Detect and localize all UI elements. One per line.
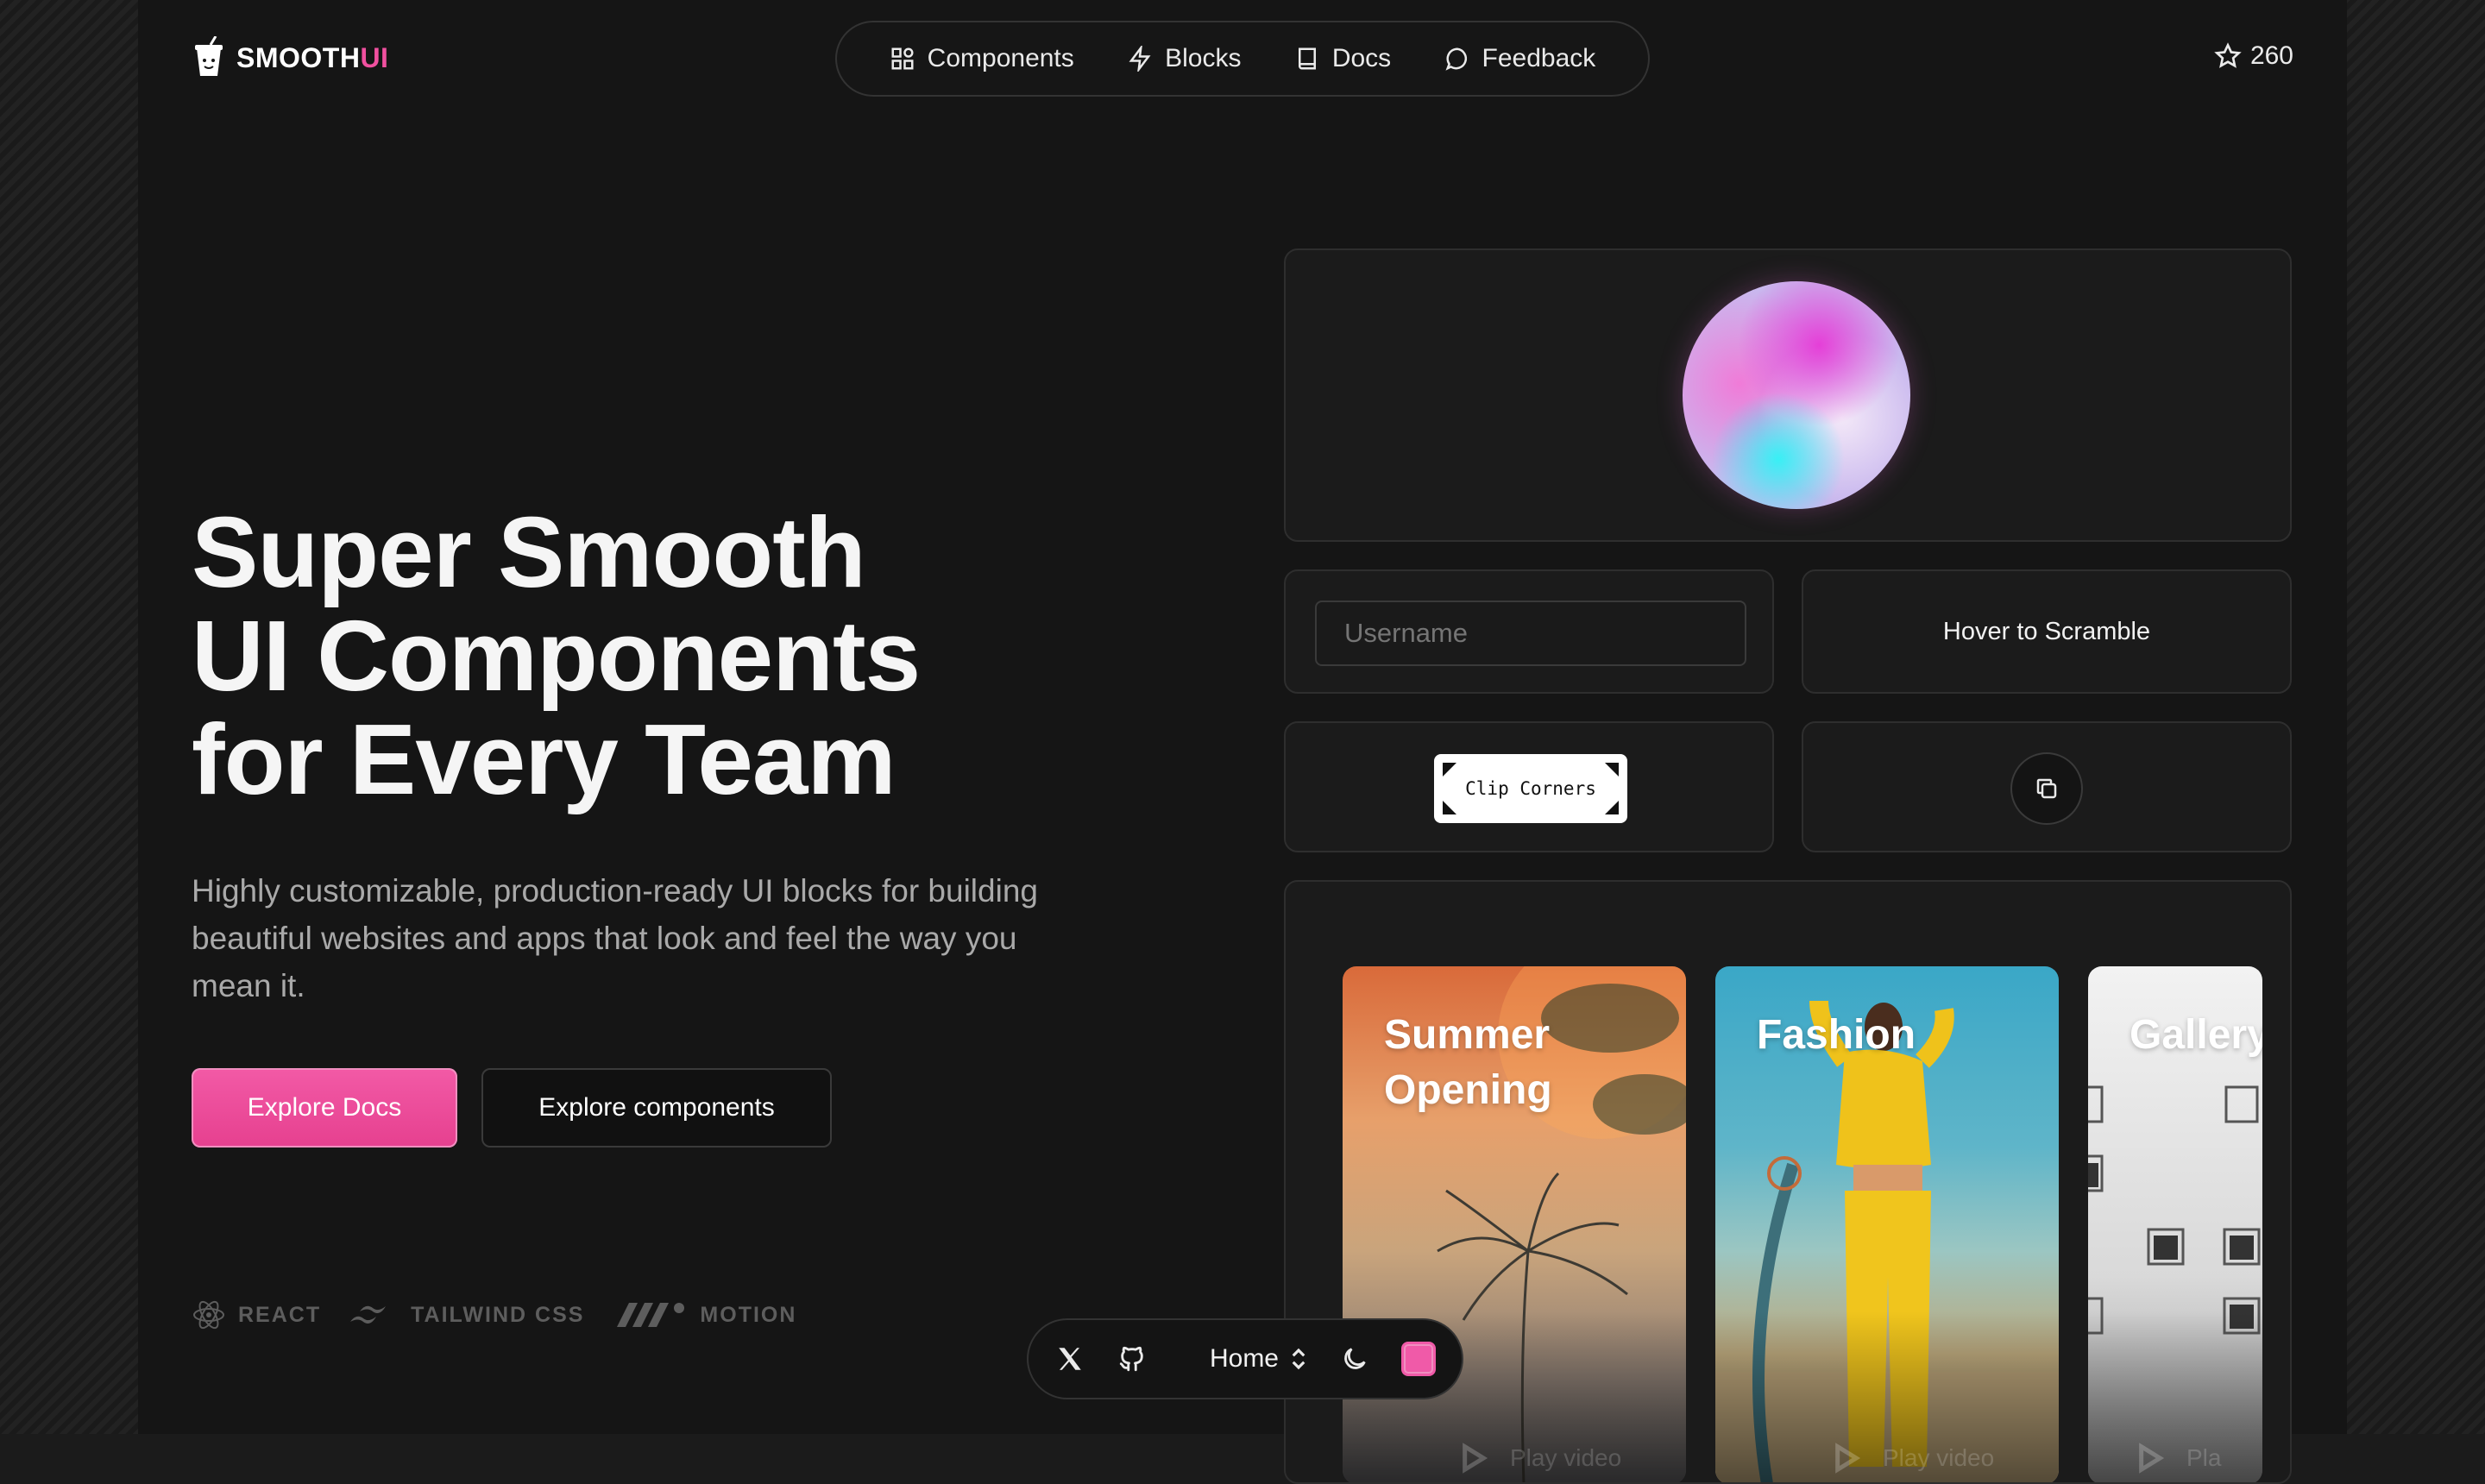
main-nav: Components Blocks Docs Feedback	[835, 21, 1650, 97]
nav-item-components[interactable]: Components	[890, 44, 1074, 73]
react-icon	[193, 1300, 224, 1330]
nav-item-label: Blocks	[1165, 44, 1242, 72]
scramble-demo-card[interactable]: Hover to Scramble	[1802, 569, 2292, 694]
tech-item-tailwind: TAILWIND CSS	[347, 1298, 584, 1332]
play-video-control[interactable]: Pla	[2131, 1441, 2221, 1475]
video-card-title: Gallery	[2130, 1012, 2262, 1058]
nav-item-feedback[interactable]: Feedback	[1444, 44, 1596, 73]
explore-components-button[interactable]: Explore components	[481, 1068, 832, 1148]
tech-item-motion: MOTION	[610, 1298, 796, 1332]
nav-item-label: Feedback	[1482, 44, 1596, 72]
video-card-fashion[interactable]: Fashion Play video	[1715, 966, 2059, 1482]
explore-docs-button[interactable]: Explore Docs	[192, 1068, 457, 1148]
play-icon	[1835, 1443, 1861, 1474]
github-link[interactable]	[1117, 1343, 1148, 1374]
copy-demo-card	[1802, 721, 2292, 852]
github-icon	[1119, 1346, 1143, 1372]
chevron-up-down-icon	[1292, 1348, 1305, 1370]
x-social-link[interactable]	[1054, 1343, 1085, 1374]
grid-icon	[891, 47, 914, 70]
book-icon	[1298, 47, 1316, 70]
page-select-value: Home	[1209, 1344, 1279, 1373]
video-carousel: Summer Opening Play video Fashion Play v…	[1343, 966, 2262, 1482]
tech-item-label: TAILWIND CSS	[411, 1302, 585, 1327]
tech-item-label: MOTION	[700, 1302, 797, 1327]
bolt-icon	[1129, 46, 1151, 72]
play-icon	[2139, 1443, 2165, 1474]
theme-toggle[interactable]	[1339, 1343, 1370, 1374]
brand-logo[interactable]: SMOOTHUI	[192, 36, 388, 79]
chat-bubble-icon	[1444, 47, 1467, 71]
hero-subtext: Highly customizable, production-ready UI…	[192, 873, 1038, 1003]
hero-headline-line: UI Components	[192, 600, 921, 712]
corner-marker	[1443, 801, 1456, 814]
clip-corners-label: Clip Corners	[1465, 778, 1596, 799]
brand-name: SMOOTHUI	[236, 41, 389, 73]
hero-headline-line: Super Smooth	[192, 496, 866, 608]
page-select[interactable]: Home	[1210, 1344, 1308, 1374]
motion-icon	[617, 1303, 685, 1327]
moon-icon	[1344, 1348, 1366, 1369]
play-video-control[interactable]: Play video	[1828, 1441, 1994, 1475]
nav-item-label: Docs	[1331, 44, 1392, 72]
page: SMOOTHUI Components Blocks Docs Feedback…	[138, 0, 2347, 1484]
corner-marker	[1605, 763, 1619, 777]
username-demo-card	[1284, 569, 1774, 694]
video-card-title: Fashion	[1757, 1012, 1916, 1058]
nav-item-docs[interactable]: Docs	[1294, 44, 1391, 73]
tailwind-icon	[350, 1305, 387, 1324]
x-logo-icon	[1059, 1348, 1081, 1370]
hero-headline-line: for Every Team	[192, 703, 896, 815]
corner-marker	[1443, 763, 1456, 777]
username-input[interactable]	[1315, 601, 1746, 666]
nav-item-label: Components	[927, 44, 1074, 72]
tech-item-label: REACT	[238, 1302, 322, 1327]
scramble-text: Hover to Scramble	[1942, 617, 2151, 645]
tech-stack: REACT TAILWIND CSS MOTION	[192, 1298, 796, 1332]
github-stars-button[interactable]: 260	[2214, 41, 2293, 71]
bottom-dock: Home	[1027, 1318, 1463, 1399]
copy-button[interactable]	[2010, 752, 2083, 825]
orb-demo-card	[1284, 248, 2292, 542]
accent-color-swatch[interactable]	[1400, 1342, 1436, 1376]
nav-item-blocks[interactable]: Blocks	[1127, 44, 1241, 73]
corner-marker	[1605, 801, 1619, 814]
video-card-summer-opening[interactable]: Summer Opening Play video	[1343, 966, 1686, 1482]
star-icon	[2214, 42, 2242, 68]
video-card-title: Summer Opening	[1384, 1012, 1552, 1113]
copy-icon	[2036, 778, 2057, 799]
hero-headline: Super Smooth UI Components for Every Tea…	[192, 496, 921, 815]
cup-icon	[195, 36, 223, 76]
clip-corners-demo-card: Clip Corners	[1284, 721, 1774, 852]
play-video-control[interactable]: Play video	[1455, 1441, 1621, 1475]
clip-corners-button[interactable]: Clip Corners	[1434, 754, 1627, 823]
video-card-gallery[interactable]: Gallery Pla	[2088, 966, 2262, 1482]
gradient-orb[interactable]	[1683, 281, 1910, 509]
tech-item-react: REACT	[192, 1298, 321, 1332]
play-icon	[1463, 1443, 1488, 1474]
github-stars-count: 260	[2249, 41, 2293, 70]
